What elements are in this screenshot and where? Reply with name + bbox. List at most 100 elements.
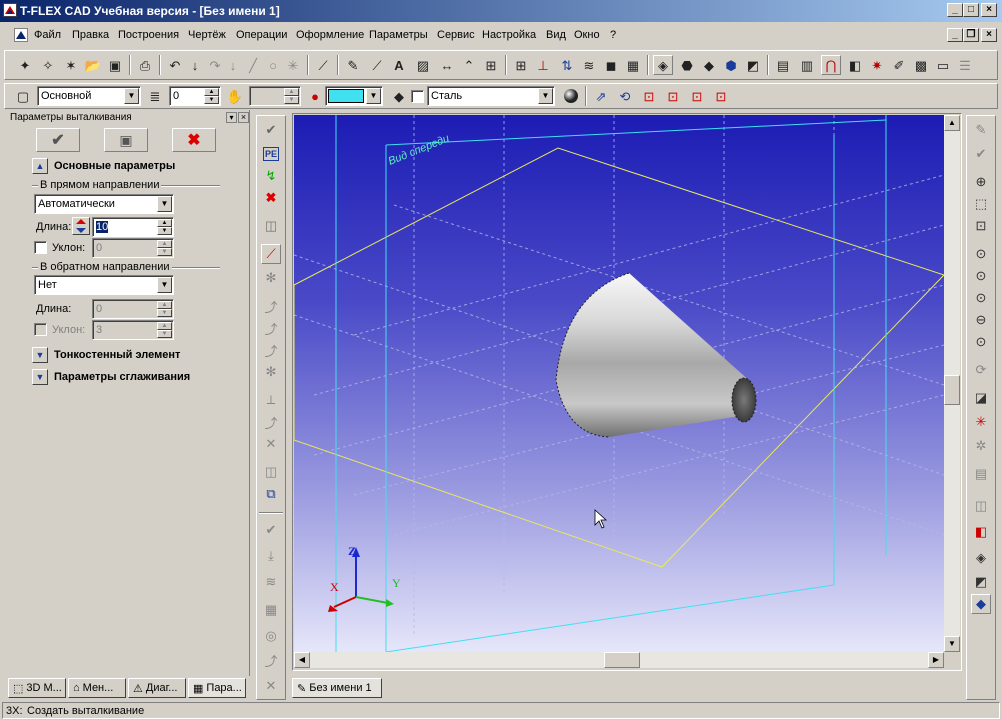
material-checkbox[interactable] <box>411 90 424 103</box>
panel-float-button[interactable]: ▾ <box>226 112 237 123</box>
view-h-icon[interactable]: ◩ <box>971 572 991 592</box>
palette-icon[interactable]: ▦ <box>623 55 643 75</box>
checkmark-icon[interactable]: ✔ <box>261 120 281 140</box>
spin-down-icon[interactable]: ▼ <box>284 96 299 104</box>
op-m-icon[interactable]: ≋ <box>261 572 281 592</box>
undo-icon[interactable]: ↶ <box>165 55 185 75</box>
cancel-button[interactable]: ✖ <box>172 128 216 152</box>
level-input[interactable]: 0 ▲ ▼ <box>169 86 221 106</box>
zoom-d-icon[interactable]: ⊖ <box>971 310 991 330</box>
op-e-icon[interactable]: ✻ <box>261 362 281 382</box>
op-k-icon[interactable]: ✔ <box>261 520 281 540</box>
doc-close-button[interactable]: × <box>981 28 997 42</box>
cube-icon[interactable]: ◧ <box>845 55 865 75</box>
zoom-window-icon[interactable]: ⬚ <box>971 194 991 214</box>
horizontal-scrollbar[interactable]: ◀ ▶ <box>294 652 944 668</box>
3d-model-icon[interactable]: ◆ <box>699 55 719 75</box>
tolerance-icon[interactable]: ⊞ <box>481 55 501 75</box>
direction-toggle-icon[interactable] <box>72 217 90 235</box>
parameters-icon[interactable]: PE <box>263 147 279 161</box>
blocks-icon[interactable]: ◼ <box>601 55 621 75</box>
menu-help[interactable]: ? <box>610 29 616 41</box>
axis-icon[interactable]: ⊥ <box>533 55 553 75</box>
magnet-icon[interactable]: ⋂ <box>821 55 841 75</box>
forward-mode-select[interactable]: Автоматически ▼ <box>34 194 174 214</box>
menu-window[interactable]: Окно <box>574 29 600 41</box>
spec-icon[interactable]: ▥ <box>797 55 817 75</box>
panel-close-button[interactable]: × <box>238 112 249 123</box>
brush-icon[interactable]: ✐ <box>889 55 909 75</box>
arrow-down-gray-icon[interactable]: ↓ <box>223 55 243 75</box>
scroll-up-button[interactable]: ▲ <box>944 115 960 131</box>
print-icon[interactable]: ⎙ <box>135 55 155 75</box>
select-icon[interactable]: ◫ <box>261 216 281 236</box>
save-icon[interactable]: ▣ <box>105 55 125 75</box>
close-button[interactable]: × <box>981 3 997 17</box>
zoom-e-icon[interactable]: ⊙ <box>971 332 991 352</box>
zoom-fit-icon[interactable]: ⊡ <box>971 216 991 236</box>
new-document-icon[interactable]: ✦ <box>15 55 35 75</box>
3d-view-icon[interactable]: ◈ <box>653 55 673 75</box>
op-red-3-icon[interactable]: ⊡ <box>687 86 707 106</box>
op-h-icon[interactable]: ✕ <box>261 434 281 454</box>
chevron-down-icon[interactable]: ▼ <box>538 88 553 104</box>
line-icon[interactable]: ╱ <box>243 55 263 75</box>
op-c-icon[interactable]: ⤴ <box>261 318 281 338</box>
op-b-icon[interactable]: ⤴ <box>261 296 281 316</box>
view-g-icon[interactable]: ◈ <box>971 548 991 568</box>
scroll-thumb-vertical[interactable] <box>944 375 960 405</box>
menu-formatting[interactable]: Оформление <box>296 29 364 41</box>
scroll-right-button[interactable]: ▶ <box>928 652 944 668</box>
dimension-icon[interactable]: ↔ <box>437 55 457 75</box>
wand-icon[interactable]: ✷ <box>867 55 887 75</box>
op-red-2-icon[interactable]: ⊡ <box>663 86 683 106</box>
menu-operations[interactable]: Операции <box>236 29 287 41</box>
section-smoothing[interactable]: ▼ Параметры сглаживания <box>32 368 190 386</box>
view-a-icon[interactable]: ◪ <box>971 388 991 408</box>
op-p-icon[interactable]: ⤴ <box>261 650 281 670</box>
rotate-view-icon[interactable]: ⟳ <box>971 360 991 380</box>
preview-button[interactable]: ▣ <box>104 128 148 152</box>
3d-tool-icon[interactable]: ⬣ <box>677 55 697 75</box>
chevron-down-icon[interactable]: ▼ <box>157 277 172 293</box>
op-red-4-icon[interactable]: ⊡ <box>711 86 731 106</box>
cone-body[interactable] <box>555 272 757 438</box>
op-i-icon[interactable]: ◫ <box>261 462 281 482</box>
text-icon[interactable]: A <box>389 55 409 75</box>
op-o-icon[interactable]: ◎ <box>261 626 281 646</box>
document-icon[interactable] <box>14 28 28 42</box>
new-3d-icon[interactable]: ✧ <box>38 55 58 75</box>
redo-icon[interactable]: ↷ <box>205 55 225 75</box>
open-folder-icon[interactable]: 📂 <box>83 55 103 75</box>
ok-button[interactable]: ✔ <box>36 128 80 152</box>
op-l-icon[interactable]: ⤓ <box>261 546 281 566</box>
node-icon[interactable]: ✳ <box>283 55 303 75</box>
zoom-b-icon[interactable]: ⊙ <box>971 266 991 286</box>
tab-diagnostics[interactable]: ⚠ Диаг... <box>128 678 186 698</box>
spin-up-icon[interactable]: ▲ <box>157 240 172 248</box>
new-from-template-icon[interactable]: ✶ <box>61 55 81 75</box>
doc-restore-button[interactable]: ❐ <box>963 28 979 42</box>
pencil-icon[interactable]: ✎ <box>343 55 363 75</box>
op-j-icon[interactable]: ⧉ <box>261 484 281 504</box>
spin-up-icon[interactable]: ▲ <box>157 219 172 227</box>
minimize-button[interactable]: _ <box>947 3 963 17</box>
chevron-down-icon[interactable]: ▼ <box>157 196 172 212</box>
material-select[interactable]: Сталь ▼ <box>427 86 555 106</box>
layers-icon[interactable]: ☰ <box>955 55 975 75</box>
op-q-icon[interactable]: ✕ <box>261 676 281 696</box>
view-b-icon[interactable]: ✳ <box>971 412 991 432</box>
green-check-icon[interactable]: ↯ <box>261 166 281 186</box>
priority-input[interactable]: ▲ ▼ <box>249 86 301 106</box>
back-slope-input[interactable]: 3 ▲ ▼ <box>92 320 174 340</box>
spin-up-icon[interactable]: ▲ <box>157 301 172 309</box>
maximize-button[interactable]: □ <box>963 3 979 17</box>
window-icon[interactable]: ▭ <box>933 55 953 75</box>
spin-down-icon[interactable]: ▼ <box>157 309 172 317</box>
op-d-icon[interactable]: ⤴ <box>261 340 281 360</box>
spin-down-icon[interactable]: ▼ <box>157 248 172 256</box>
doc-minimize-button[interactable]: _ <box>947 28 963 42</box>
tab-3d-model[interactable]: ⬚ 3D М... <box>8 678 66 698</box>
spin-up-icon[interactable]: ▲ <box>157 322 172 330</box>
3d-viewport[interactable]: Вид спереди Z X Y <box>294 115 944 652</box>
